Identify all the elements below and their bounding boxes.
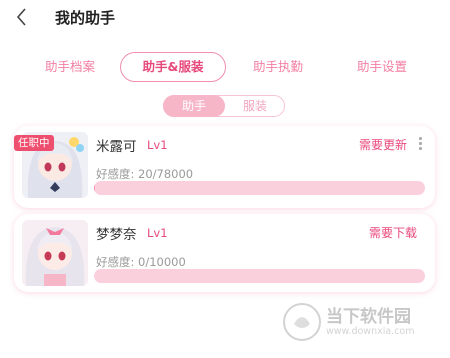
assistant-card[interactable]: 任职中 米露可 Lv1 需要更新 好感度: 20/78000	[14, 126, 435, 208]
watermark-text: 当下软件园	[326, 307, 411, 327]
assistant-name: 梦梦奈	[96, 227, 137, 243]
favor-progress-bar	[94, 269, 425, 283]
chevron-left-icon	[16, 8, 26, 26]
tab-assistant-profile[interactable]: 助手档案	[35, 52, 105, 82]
download-button[interactable]: 需要下载	[369, 224, 417, 241]
more-vertical-icon[interactable]	[415, 136, 425, 152]
favor-label: 好感度: 20/78000	[96, 167, 194, 181]
watermark: 当下软件园 www.downxia.com	[282, 300, 432, 344]
app-header: 我的助手	[0, 0, 450, 36]
avatar	[22, 220, 88, 286]
tab-assistant-settings[interactable]: 助手设置	[347, 52, 417, 82]
assistant-level: Lv1	[147, 226, 168, 240]
status-badge: 任职中	[14, 135, 54, 151]
favor-label: 好感度: 0/10000	[96, 255, 186, 269]
tab-assistant-outfit[interactable]: 助手&服装	[120, 52, 226, 82]
update-button[interactable]: 需要更新	[359, 136, 407, 153]
tab-assistant-duty[interactable]: 助手执勤	[243, 52, 313, 82]
watermark-logo-icon	[283, 303, 321, 341]
assistant-name: 米露可	[96, 139, 137, 155]
back-button[interactable]	[12, 6, 32, 28]
watermark-url: www.downxia.com	[326, 326, 415, 337]
segment-outfit[interactable]: 服装	[224, 95, 286, 117]
page-title: 我的助手	[55, 9, 116, 27]
segment-assistant[interactable]: 助手	[163, 95, 225, 117]
tab-bar: 助手档案 助手&服装 助手执勤 助手设置	[0, 52, 450, 84]
assistant-level: Lv1	[147, 138, 168, 152]
favor-progress-bar	[94, 181, 425, 195]
assistant-card[interactable]: 梦梦奈 Lv1 需要下载 好感度: 0/10000	[14, 214, 435, 292]
segment-control: 助手 服装	[163, 95, 285, 117]
